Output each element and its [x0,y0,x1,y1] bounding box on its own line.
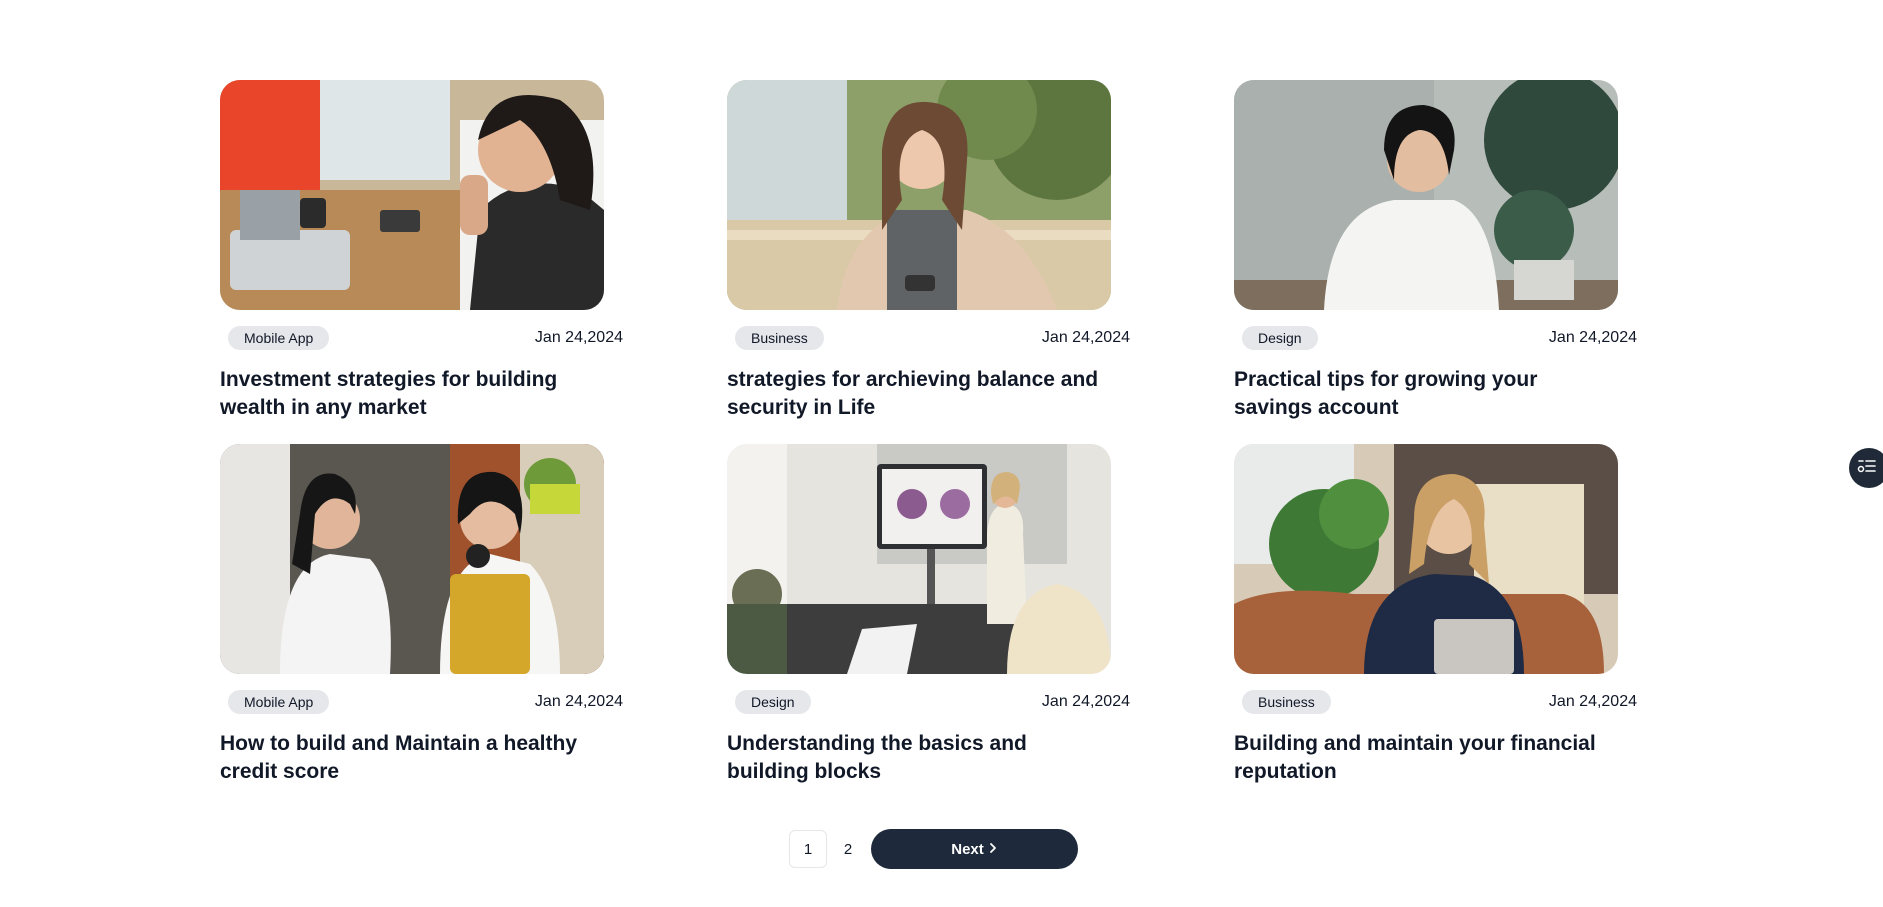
post-card[interactable]: Business Jan 24,2024 Building and mainta… [1234,444,1637,786]
post-card[interactable]: Mobile App Jan 24,2024 Investment strate… [220,80,623,422]
post-title[interactable]: Investment strategies for building wealt… [220,366,604,422]
page-2-button[interactable]: 2 [829,830,867,868]
post-date: Jan 24,2024 [534,693,623,710]
post-date: Jan 24,2024 [1548,329,1637,346]
post-card[interactable]: Design Jan 24,2024 Understanding the bas… [727,444,1130,786]
post-image[interactable] [1234,444,1618,674]
category-badge[interactable]: Mobile App [228,326,330,350]
category-badge[interactable]: Business [1242,690,1331,714]
post-card[interactable]: Design Jan 24,2024 Practical tips for gr… [1234,80,1637,422]
chevron-right-icon [988,841,998,858]
category-badge[interactable]: Design [735,690,811,714]
settings-list-icon [1857,458,1877,479]
category-badge[interactable]: Design [1242,326,1318,350]
next-label: Next [951,840,984,858]
post-image[interactable] [727,80,1111,310]
post-card[interactable]: Business Jan 24,2024 strategies for arch… [727,80,1130,422]
post-image[interactable] [220,444,604,674]
post-date: Jan 24,2024 [1548,693,1637,710]
post-title[interactable]: Building and maintain your financial rep… [1234,730,1618,786]
post-title[interactable]: Practical tips for growing your savings … [1234,366,1618,422]
post-image[interactable] [727,444,1111,674]
post-image[interactable] [220,80,604,310]
post-title[interactable]: Understanding the basics and building bl… [727,730,1111,786]
post-card[interactable]: Mobile App Jan 24,2024 How to build and … [220,444,623,786]
next-button[interactable]: Next [871,829,1078,869]
category-badge[interactable]: Business [735,326,824,350]
page-1-button[interactable]: 1 [789,830,827,868]
post-image[interactable] [1234,80,1618,310]
blog-page: Mobile App Jan 24,2024 Investment strate… [0,0,1883,907]
floating-settings-button[interactable] [1849,448,1883,488]
post-title[interactable]: How to build and Maintain a healthy cred… [220,730,604,786]
category-badge[interactable]: Mobile App [228,690,330,714]
post-date: Jan 24,2024 [534,329,623,346]
post-date: Jan 24,2024 [1041,329,1130,346]
post-grid: Mobile App Jan 24,2024 Investment strate… [220,80,1637,786]
post-title[interactable]: strategies for archieving balance and se… [727,366,1111,422]
post-date: Jan 24,2024 [1041,693,1130,710]
pagination: 1 2 Next [789,829,1078,869]
